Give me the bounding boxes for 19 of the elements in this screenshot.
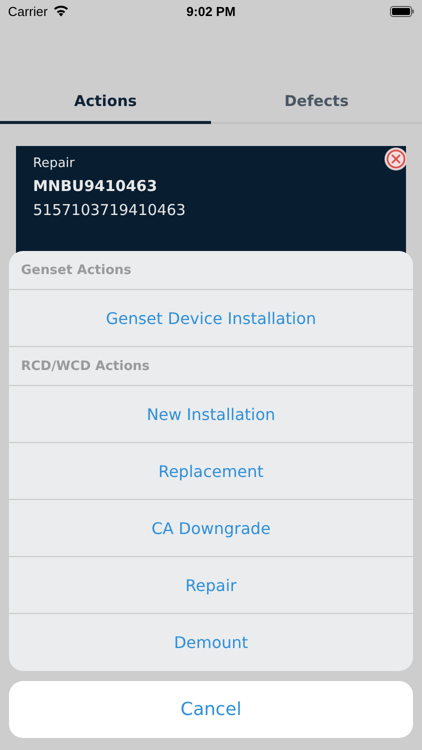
action-item[interactable]: CA Downgrade	[9, 500, 413, 557]
device-number: 5157103719410463	[33, 201, 187, 219]
card-type: Repair	[33, 156, 76, 171]
cancel-button[interactable]: Cancel	[9, 681, 413, 738]
close-icon[interactable]	[384, 147, 408, 171]
tab[interactable]: Actions	[0, 80, 211, 124]
carrier-label: Carrier	[8, 4, 48, 18]
clock-time: 9:02 PM	[186, 4, 236, 18]
action-item[interactable]: Repair	[9, 557, 413, 614]
section-header: Genset Actions	[9, 251, 413, 290]
section-header: RCD/WCD Actions	[9, 347, 413, 386]
battery-icon	[390, 6, 414, 16]
wifi-icon	[52, 5, 69, 17]
container-number: MNBU9410463	[33, 177, 158, 195]
action-item[interactable]: New Installation	[9, 386, 413, 443]
action-item[interactable]: Replacement	[9, 443, 413, 500]
tab[interactable]: Defects	[211, 80, 422, 124]
action-item[interactable]: Demount	[9, 614, 413, 671]
action-item[interactable]: Genset Device Installation	[9, 290, 413, 347]
